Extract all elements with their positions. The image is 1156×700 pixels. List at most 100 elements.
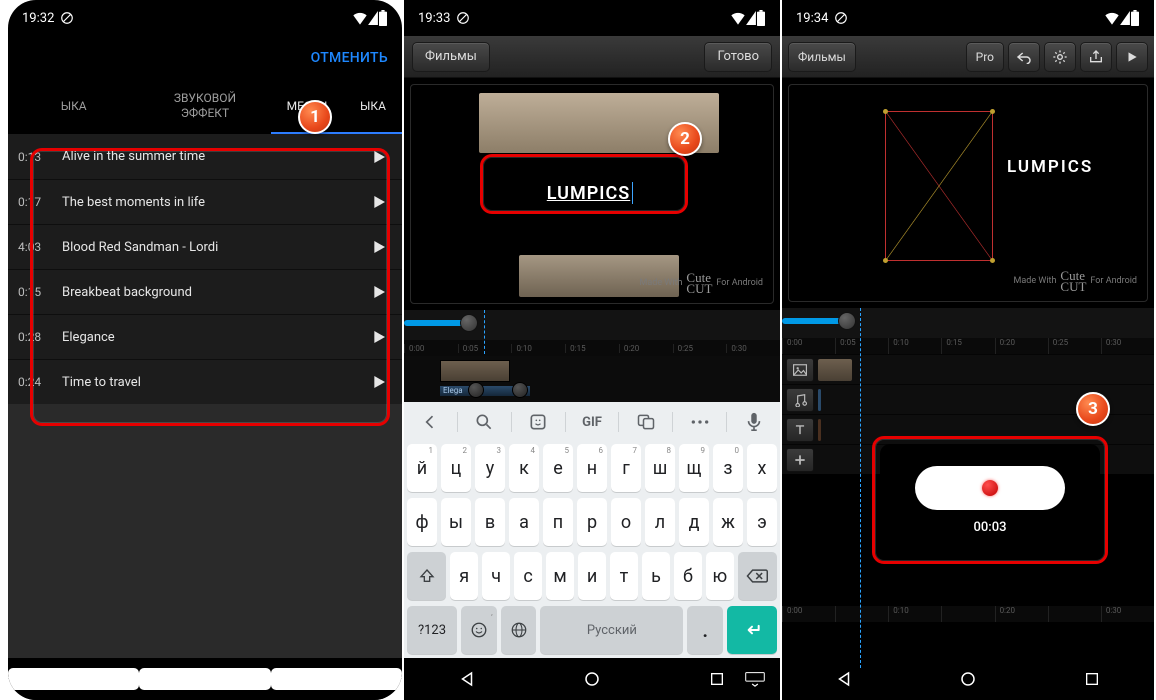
- char-key[interactable]: з0: [713, 444, 743, 492]
- char-key[interactable]: д: [679, 498, 709, 546]
- char-key[interactable]: э: [747, 498, 777, 546]
- char-key[interactable]: и: [578, 552, 606, 600]
- char-key[interactable]: а: [509, 498, 539, 546]
- char-key[interactable]: я: [450, 552, 478, 600]
- settings-button[interactable]: [1044, 42, 1076, 72]
- home-button[interactable]: [139, 668, 270, 690]
- kb-gif-button[interactable]: GIF: [566, 415, 619, 430]
- back-button[interactable]: [782, 668, 906, 690]
- text-segment[interactable]: [818, 419, 821, 441]
- play-icon[interactable]: [370, 329, 388, 345]
- play-icon[interactable]: [370, 239, 388, 255]
- timeline-head[interactable]: [782, 308, 1154, 338]
- plus-icon[interactable]: [786, 448, 814, 472]
- backspace-key[interactable]: [738, 552, 777, 600]
- play-icon[interactable]: [370, 374, 388, 390]
- wifi-icon: [352, 11, 368, 25]
- track-row[interactable]: 4:03 Blood Red Sandman - Lordi: [8, 224, 402, 269]
- play-button[interactable]: [1116, 42, 1148, 72]
- scrub-knob[interactable]: [838, 312, 856, 330]
- scrub-bar[interactable]: [782, 318, 842, 324]
- char-key[interactable]: у3: [475, 444, 505, 492]
- mode-key[interactable]: ?123: [407, 606, 457, 654]
- scrub-knob[interactable]: [460, 314, 478, 332]
- video-preview[interactable]: LUMPICS Made With Cute CUT For Android: [410, 84, 774, 304]
- char-key[interactable]: с: [514, 552, 542, 600]
- pro-button[interactable]: Pro: [966, 42, 1004, 72]
- enter-key[interactable]: [727, 606, 777, 654]
- tab-sfx[interactable]: ЗВУКОВОЙ ЭФФЕКТ: [139, 80, 270, 134]
- play-icon[interactable]: [370, 149, 388, 165]
- audio-handle-right[interactable]: [512, 382, 528, 398]
- char-key[interactable]: й1: [407, 444, 437, 492]
- timeline-tracks[interactable]: Elega: [404, 356, 780, 402]
- recents-button[interactable]: [1030, 668, 1154, 690]
- char-key[interactable]: ч: [482, 552, 510, 600]
- char-key[interactable]: ю: [706, 552, 734, 600]
- kb-translate-button[interactable]: [619, 412, 672, 432]
- char-key[interactable]: х: [747, 444, 777, 492]
- kb-back-button[interactable]: [404, 412, 457, 432]
- films-button[interactable]: Фильмы: [788, 42, 856, 72]
- track-row[interactable]: 0:24 Time to travel: [8, 359, 402, 404]
- hide-keyboard-button[interactable]: [744, 668, 766, 690]
- films-button[interactable]: Фильмы: [412, 42, 490, 72]
- lang-key[interactable]: [501, 606, 537, 654]
- video-preview[interactable]: LUMPICS Made With Cute CUT For Android: [788, 84, 1148, 302]
- char-key[interactable]: ь: [642, 552, 670, 600]
- play-icon[interactable]: [370, 284, 388, 300]
- home-button[interactable]: [906, 668, 1030, 690]
- char-key[interactable]: ж: [713, 498, 743, 546]
- undo-button[interactable]: [1008, 42, 1040, 72]
- audio-segment[interactable]: [818, 389, 821, 411]
- track-row[interactable]: 0:15 Breakbeat background: [8, 269, 402, 314]
- char-key[interactable]: г7: [611, 444, 641, 492]
- char-key[interactable]: п: [543, 498, 573, 546]
- tab-local[interactable]: МЕСТН ЫКА: [271, 80, 402, 134]
- track-video[interactable]: [782, 354, 1154, 384]
- char-key[interactable]: т: [610, 552, 638, 600]
- char-key[interactable]: ш8: [645, 444, 675, 492]
- kb-mic-button[interactable]: [727, 412, 780, 432]
- char-key[interactable]: н6: [577, 444, 607, 492]
- char-key[interactable]: щ9: [679, 444, 709, 492]
- char-key[interactable]: в: [475, 498, 505, 546]
- char-key[interactable]: е5: [543, 444, 573, 492]
- emoji-key[interactable]: ,: [461, 606, 497, 654]
- tab-music[interactable]: ЫКА: [8, 80, 139, 134]
- char-key[interactable]: о: [611, 498, 641, 546]
- char-key[interactable]: б: [674, 552, 702, 600]
- char-key[interactable]: ц2: [441, 444, 471, 492]
- kb-search-button[interactable]: [458, 412, 511, 432]
- char-key[interactable]: к4: [509, 444, 539, 492]
- home-button[interactable]: [529, 668, 654, 690]
- video-segment[interactable]: [818, 359, 852, 381]
- kb-more-button[interactable]: [673, 419, 726, 425]
- video-clip[interactable]: [440, 360, 510, 382]
- timeline-head[interactable]: [404, 310, 780, 340]
- play-icon[interactable]: [370, 194, 388, 210]
- back-button[interactable]: [8, 668, 139, 690]
- track-title: Alive in the summer time: [62, 149, 370, 164]
- share-button[interactable]: [1080, 42, 1112, 72]
- track-row[interactable]: 0:13 Alive in the summer time: [8, 134, 402, 179]
- char-key[interactable]: л: [645, 498, 675, 546]
- char-key[interactable]: м: [546, 552, 574, 600]
- cancel-button[interactable]: ОТМЕНИТЬ: [311, 50, 388, 66]
- track-row[interactable]: 0:17 The best moments in life: [8, 179, 402, 224]
- track-row[interactable]: 0:28 Elegance: [8, 314, 402, 359]
- scrub-bar[interactable]: [404, 320, 464, 326]
- period-key[interactable]: .: [687, 606, 723, 654]
- back-button[interactable]: [404, 668, 529, 690]
- shift-key[interactable]: [407, 552, 446, 600]
- char-key[interactable]: р: [577, 498, 607, 546]
- char-key[interactable]: ы: [441, 498, 471, 546]
- done-button[interactable]: Готово: [704, 42, 772, 72]
- recents-button[interactable]: [271, 668, 402, 690]
- audio-handle-left[interactable]: [468, 382, 484, 398]
- space-key[interactable]: Русский: [540, 606, 683, 654]
- record-button[interactable]: [915, 466, 1065, 510]
- char-key[interactable]: ф: [407, 498, 437, 546]
- text-overlay-input[interactable]: LUMPICS: [497, 173, 683, 213]
- kb-sticker-button[interactable]: [512, 412, 565, 432]
